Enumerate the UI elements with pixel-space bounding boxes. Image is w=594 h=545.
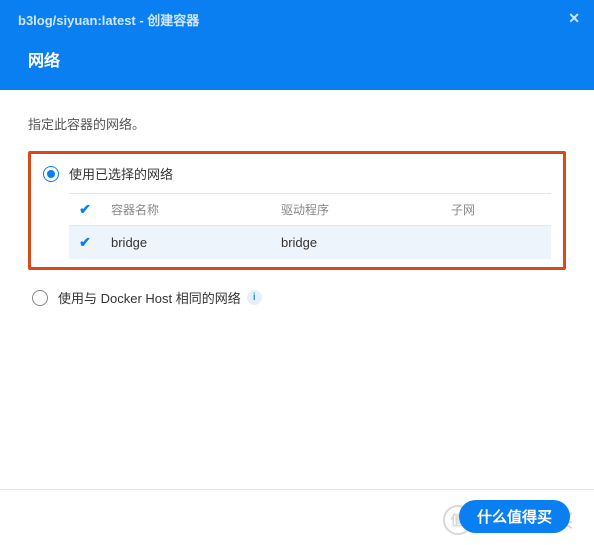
header-container-name: 容器名称 [101, 194, 271, 226]
content-area: 指定此容器的网络。 使用已选择的网络 ✔ 容器名称 驱动程序 子网 ✔ brid… [0, 90, 594, 307]
info-icon[interactable]: i [247, 290, 262, 305]
table-row[interactable]: ✔ bridge bridge [69, 226, 551, 260]
dialog-footer: 值 什么值得买 什么值得买 [0, 489, 594, 545]
network-table: ✔ 容器名称 驱动程序 子网 ✔ bridge bridge [69, 193, 551, 259]
radio-host-network[interactable] [32, 290, 48, 306]
row-check-icon[interactable]: ✔ [79, 234, 91, 251]
option-use-host-label: 使用与 Docker Host 相同的网络 [58, 288, 241, 307]
table-header-row: ✔ 容器名称 驱动程序 子网 [69, 194, 551, 226]
option-use-host[interactable]: 使用与 Docker Host 相同的网络 i [32, 288, 566, 307]
option-use-selected[interactable]: 使用已选择的网络 [43, 164, 551, 183]
header-driver: 驱动程序 [271, 194, 441, 226]
option-use-selected-label: 使用已选择的网络 [69, 164, 173, 183]
check-all-icon[interactable]: ✔ [79, 201, 91, 218]
row-name-cell: bridge [101, 226, 271, 260]
row-driver-cell: bridge [271, 226, 441, 260]
highlight-box: 使用已选择的网络 ✔ 容器名称 驱动程序 子网 ✔ bridge bridge [28, 151, 566, 270]
header-checkbox-col: ✔ [69, 194, 101, 226]
instruction-text: 指定此容器的网络。 [28, 114, 566, 133]
row-subnet-cell [441, 226, 551, 260]
dialog-title: b3log/siyuan:latest - 创建容器 [0, 0, 594, 29]
header-subnet: 子网 [441, 194, 551, 226]
watermark-pill: 什么值得买 [459, 500, 570, 533]
section-title: 网络 [0, 29, 594, 71]
dialog-header: b3log/siyuan:latest - 创建容器 ✕ 网络 [0, 0, 594, 90]
close-icon[interactable]: ✕ [568, 10, 580, 27]
row-checkbox-cell: ✔ [69, 226, 101, 260]
radio-selected-network[interactable] [43, 166, 59, 182]
